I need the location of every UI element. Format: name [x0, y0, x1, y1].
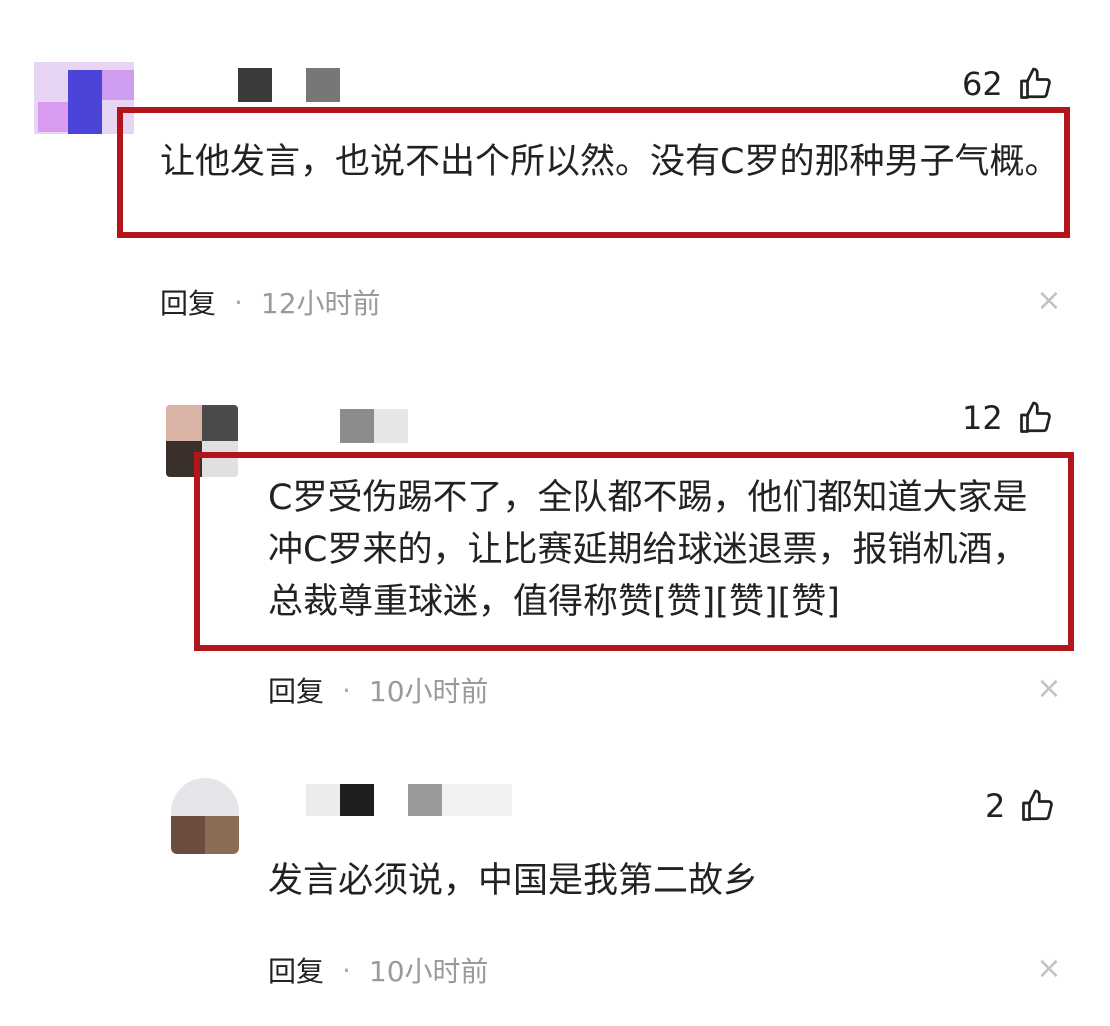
thumbs-up-icon [1022, 789, 1054, 821]
separator-dot: · [342, 953, 351, 987]
reply-button[interactable]: 回复 [268, 950, 324, 990]
comment-meta: 回复 · 10小时前 [268, 950, 489, 990]
username-masked[interactable] [306, 784, 512, 816]
like-count: 2 [985, 787, 1006, 825]
comment-item-3: 2 发言必须说，中国是我第二故乡 回复 · 10小时前 × [0, 0, 1110, 1026]
like-button[interactable]: 2 [985, 786, 1055, 826]
comment-time: 10小时前 [368, 955, 489, 988]
comment-text: 发言必须说，中国是我第二故乡 [268, 861, 759, 901]
avatar[interactable] [171, 778, 239, 854]
close-icon[interactable]: × [1034, 954, 1064, 984]
